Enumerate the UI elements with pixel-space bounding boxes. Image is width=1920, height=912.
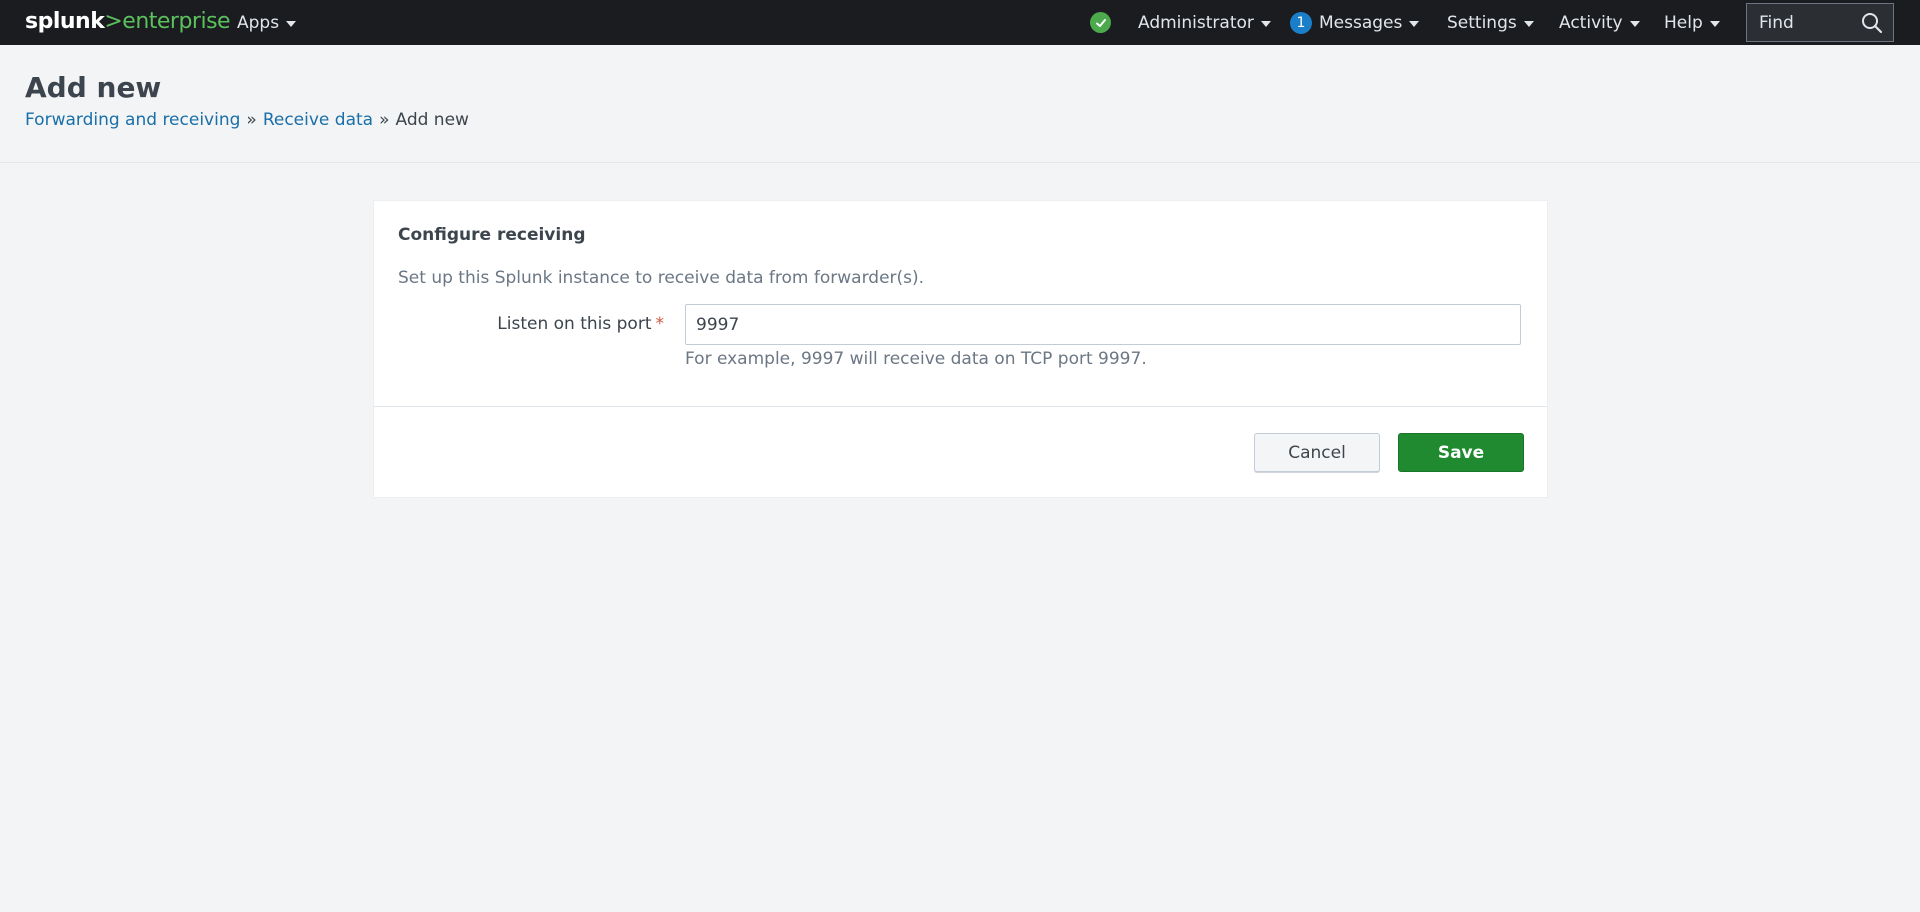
chevron-down-icon	[1260, 20, 1271, 27]
search-icon[interactable]	[1861, 12, 1883, 34]
chevron-down-icon	[1409, 20, 1420, 27]
check-icon	[1095, 18, 1106, 27]
required-marker: *	[655, 314, 665, 334]
messages-count-badge: 1	[1290, 11, 1312, 34]
administrator-menu[interactable]: Administrator	[1138, 0, 1271, 45]
page-header: Add new Forwarding and receiving » Recei…	[0, 45, 1920, 163]
configure-receiving-card: Configure receiving Set up this Splunk i…	[373, 200, 1548, 498]
card-description: Set up this Splunk instance to receive d…	[398, 268, 925, 288]
chevron-down-icon	[1709, 20, 1720, 27]
port-field-label: Listen on this port *	[497, 314, 664, 334]
card-title: Configure receiving	[398, 225, 586, 245]
cancel-button[interactable]: Cancel	[1254, 433, 1380, 472]
breadcrumb-separator: »	[246, 110, 257, 130]
breadcrumb-receive-data[interactable]: Receive data	[263, 110, 373, 130]
breadcrumb-separator: »	[379, 110, 390, 130]
apps-menu[interactable]: Apps	[237, 0, 297, 45]
find-search-box[interactable]	[1746, 3, 1894, 42]
messages-menu[interactable]: 1 Messages	[1290, 0, 1420, 45]
breadcrumb-forwarding-receiving[interactable]: Forwarding and receiving	[25, 110, 240, 130]
help-menu[interactable]: Help	[1664, 0, 1720, 45]
port-input[interactable]	[685, 304, 1521, 345]
health-status-icon[interactable]	[1090, 12, 1111, 33]
activity-menu[interactable]: Activity	[1559, 0, 1640, 45]
page-title: Add new	[25, 71, 162, 104]
chevron-down-icon	[1629, 20, 1640, 27]
breadcrumb: Forwarding and receiving » Receive data …	[25, 110, 469, 130]
top-nav-bar: splunk > enterprise Apps Administrator 1…	[0, 0, 1920, 45]
form-actions: Cancel Save	[374, 406, 1547, 498]
breadcrumb-current: Add new	[395, 110, 469, 130]
chevron-down-icon	[286, 20, 297, 27]
chevron-down-icon	[1523, 20, 1534, 27]
settings-menu[interactable]: Settings	[1447, 0, 1534, 45]
find-input[interactable]	[1759, 12, 1859, 33]
splunk-logo[interactable]: splunk > enterprise	[25, 9, 231, 34]
port-help-text: For example, 9997 will receive data on T…	[685, 349, 1147, 369]
save-button[interactable]: Save	[1398, 433, 1524, 472]
